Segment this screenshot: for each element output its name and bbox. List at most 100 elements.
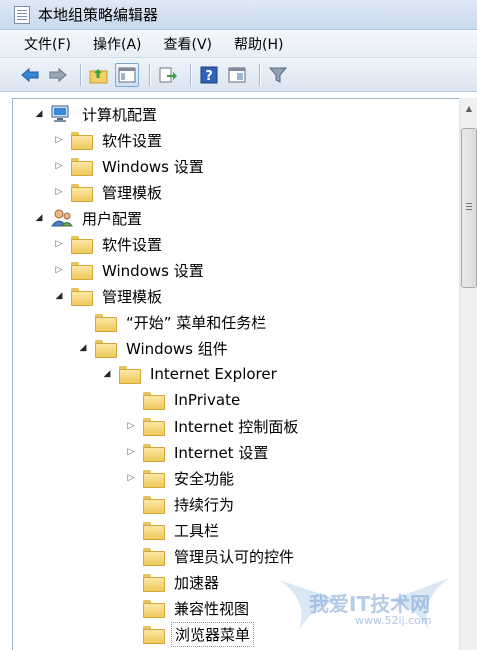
collapsed-arrow-icon[interactable]: ▷	[125, 420, 137, 432]
collapsed-arrow-icon[interactable]: ▷	[53, 160, 65, 172]
tree-node-label: 工具栏	[174, 521, 220, 540]
window-title: 本地组策略编辑器	[38, 6, 159, 24]
folder-icon	[71, 184, 93, 202]
toggle-spacer	[125, 498, 137, 510]
toolbar-separator	[259, 63, 260, 86]
tree-node[interactable]: ▷ Windows 设置	[53, 153, 207, 179]
tree-node-label: Internet Explorer	[150, 365, 277, 383]
collapsed-arrow-icon[interactable]: ▷	[53, 134, 65, 146]
tree-node[interactable]: 浏览器菜单	[125, 621, 255, 647]
tree-node[interactable]: ▷ 安全功能	[125, 465, 237, 491]
folder-icon	[143, 548, 165, 566]
help-button[interactable]: ?	[197, 63, 221, 87]
properties-button[interactable]	[225, 63, 249, 87]
folder-icon	[119, 366, 141, 384]
tree-node[interactable]: ◢ 计算机配置	[33, 101, 160, 127]
expanded-arrow-icon[interactable]: ◢	[33, 212, 45, 224]
tree-node[interactable]: ◢ Windows 组件	[77, 335, 231, 361]
tree-node[interactable]: “开始” 菜单和任务栏	[77, 309, 269, 335]
collapsed-arrow-icon[interactable]: ▷	[53, 186, 65, 198]
toolbar-separator	[149, 63, 150, 86]
tree-node[interactable]: ▷ Internet 控制面板	[125, 413, 301, 439]
tree-node-label: Internet 控制面板	[174, 417, 299, 436]
tree-node-label: 软件设置	[102, 131, 163, 150]
collapsed-arrow-icon[interactable]: ▷	[53, 238, 65, 250]
tree-node[interactable]: ◢ 管理模板	[53, 283, 165, 309]
menu-action[interactable]: 操作(A)	[93, 34, 142, 54]
tree-pane-icon	[118, 67, 136, 82]
computer-icon	[51, 105, 73, 123]
show-hide-tree-button[interactable]	[115, 62, 139, 87]
toggle-spacer	[125, 602, 137, 614]
toggle-spacer	[77, 316, 89, 328]
menu-help[interactable]: 帮助(H)	[234, 34, 283, 54]
tree-node-label: Internet 设置	[174, 443, 269, 462]
scroll-thumb[interactable]	[461, 128, 477, 288]
collapsed-arrow-icon[interactable]: ▷	[53, 264, 65, 276]
toolbar: ?	[0, 58, 477, 92]
export-icon	[159, 67, 177, 82]
folder-icon	[95, 340, 117, 358]
folder-icon	[143, 418, 165, 436]
filter-button[interactable]	[266, 63, 290, 87]
collapsed-arrow-icon[interactable]: ▷	[125, 446, 137, 458]
menu-view[interactable]: 查看(V)	[164, 34, 213, 54]
expanded-arrow-icon[interactable]: ◢	[101, 368, 113, 380]
folder-icon	[71, 262, 93, 280]
folder-icon	[95, 314, 117, 332]
forward-arrow-icon	[49, 67, 67, 82]
properties-icon	[228, 67, 246, 82]
tree-node-label: 管理模板	[102, 183, 163, 202]
tree-node[interactable]: 工具栏	[125, 517, 222, 543]
tree-node[interactable]: ◢ Internet Explorer	[101, 361, 280, 387]
toolbar-separator	[80, 63, 81, 86]
svg-text:?: ?	[205, 69, 213, 84]
tree-node[interactable]: ▷ 管理模板	[53, 179, 165, 205]
folder-icon	[143, 522, 165, 540]
tree-node-label: “开始” 菜单和任务栏	[126, 313, 267, 332]
tree-node[interactable]: 管理员认可的控件	[125, 543, 297, 569]
tree-node[interactable]: 持续行为	[125, 491, 237, 517]
folder-icon	[143, 470, 165, 488]
tree-node[interactable]: ▷ 软件设置	[53, 127, 165, 153]
collapsed-arrow-icon[interactable]: ▷	[125, 472, 137, 484]
tree-node[interactable]: 兼容性视图	[125, 595, 252, 621]
watermark-text: 我爱IT技术网	[309, 592, 431, 616]
expanded-arrow-icon[interactable]: ◢	[33, 108, 45, 120]
policy-editor-icon	[14, 5, 30, 24]
back-button[interactable]	[18, 63, 42, 87]
export-list-button[interactable]	[156, 63, 180, 87]
up-level-button[interactable]	[87, 63, 111, 87]
toggle-spacer	[125, 524, 137, 536]
toggle-spacer	[125, 628, 137, 640]
tree-node[interactable]: ▷ Windows 设置	[53, 257, 207, 283]
scroll-up-arrow-icon[interactable]: ▲	[462, 100, 476, 116]
toggle-spacer	[125, 576, 137, 588]
help-icon: ?	[200, 66, 218, 84]
tree-node[interactable]: ▷ Internet 设置	[125, 439, 271, 465]
tree-node-label: Windows 组件	[126, 339, 228, 358]
tree-node-label: Windows 设置	[102, 261, 204, 280]
expanded-arrow-icon[interactable]: ◢	[53, 290, 65, 302]
tree-node-label: 管理员认可的控件	[174, 547, 295, 566]
vertical-scrollbar[interactable]: ▲	[459, 98, 477, 650]
folder-icon	[143, 444, 165, 462]
watermark-url: www.52ij.com	[355, 614, 432, 627]
tree-node[interactable]: ▷ 软件设置	[53, 231, 165, 257]
tree-node[interactable]: InPrivate	[125, 387, 243, 413]
toggle-spacer	[125, 394, 137, 406]
back-arrow-icon	[21, 67, 39, 82]
expanded-arrow-icon[interactable]: ◢	[77, 342, 89, 354]
tree-node-label: 持续行为	[174, 495, 235, 514]
tree-node-label: 管理模板	[102, 287, 163, 306]
title-bar: 本地组策略编辑器	[0, 0, 477, 30]
tree-node-label: 计算机配置	[82, 105, 158, 124]
tree-node[interactable]: 加速器	[125, 569, 222, 595]
watermark: 我爱IT技术网 www.52ij.com	[269, 570, 459, 640]
folder-icon	[71, 132, 93, 150]
forward-button[interactable]	[46, 63, 70, 87]
menu-file[interactable]: 文件(F)	[24, 34, 71, 54]
policy-tree[interactable]: ◢ 计算机配置 ▷ 软件设置 ▷ Windows 设置 ▷ 管理模板 ◢ 用户配置 ▷ 软件设置 ▷ Wi…	[12, 98, 477, 650]
tree-node[interactable]: ◢ 用户配置	[33, 205, 145, 231]
user-icon	[51, 209, 73, 227]
